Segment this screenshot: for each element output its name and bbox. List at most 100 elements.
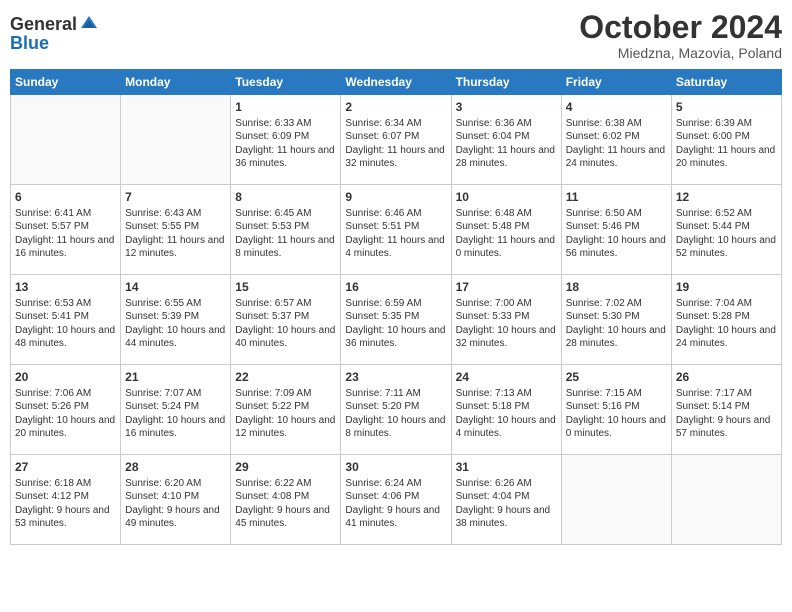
calendar-header-row: SundayMondayTuesdayWednesdayThursdayFrid… bbox=[11, 70, 782, 95]
day-number: 12 bbox=[676, 189, 777, 206]
day-info: Sunrise: 7:00 AM Sunset: 5:33 PM Dayligh… bbox=[456, 297, 557, 351]
month-title: October 2024 bbox=[579, 10, 782, 45]
day-number: 4 bbox=[566, 99, 667, 116]
day-info: Sunrise: 6:39 AM Sunset: 6:00 PM Dayligh… bbox=[676, 117, 777, 171]
calendar-cell: 3Sunrise: 6:36 AM Sunset: 6:04 PM Daylig… bbox=[451, 95, 561, 185]
calendar-cell: 1Sunrise: 6:33 AM Sunset: 6:09 PM Daylig… bbox=[231, 95, 341, 185]
col-header-tuesday: Tuesday bbox=[231, 70, 341, 95]
day-info: Sunrise: 6:22 AM Sunset: 4:08 PM Dayligh… bbox=[235, 477, 336, 531]
title-area: October 2024 Miedzna, Mazovia, Poland bbox=[579, 10, 782, 61]
calendar-cell: 6Sunrise: 6:41 AM Sunset: 5:57 PM Daylig… bbox=[11, 185, 121, 275]
col-header-monday: Monday bbox=[121, 70, 231, 95]
calendar-cell: 13Sunrise: 6:53 AM Sunset: 5:41 PM Dayli… bbox=[11, 275, 121, 365]
day-number: 13 bbox=[15, 279, 116, 296]
calendar-week-row: 20Sunrise: 7:06 AM Sunset: 5:26 PM Dayli… bbox=[11, 365, 782, 455]
day-info: Sunrise: 6:46 AM Sunset: 5:51 PM Dayligh… bbox=[345, 207, 446, 261]
day-number: 28 bbox=[125, 459, 226, 476]
calendar-cell bbox=[671, 455, 781, 545]
calendar-cell bbox=[11, 95, 121, 185]
day-number: 6 bbox=[15, 189, 116, 206]
calendar-cell: 19Sunrise: 7:04 AM Sunset: 5:28 PM Dayli… bbox=[671, 275, 781, 365]
calendar-cell: 5Sunrise: 6:39 AM Sunset: 6:00 PM Daylig… bbox=[671, 95, 781, 185]
calendar-cell: 7Sunrise: 6:43 AM Sunset: 5:55 PM Daylig… bbox=[121, 185, 231, 275]
day-info: Sunrise: 6:45 AM Sunset: 5:53 PM Dayligh… bbox=[235, 207, 336, 261]
calendar-cell: 8Sunrise: 6:45 AM Sunset: 5:53 PM Daylig… bbox=[231, 185, 341, 275]
calendar-cell: 11Sunrise: 6:50 AM Sunset: 5:46 PM Dayli… bbox=[561, 185, 671, 275]
calendar-cell: 21Sunrise: 7:07 AM Sunset: 5:24 PM Dayli… bbox=[121, 365, 231, 455]
calendar-cell: 29Sunrise: 6:22 AM Sunset: 4:08 PM Dayli… bbox=[231, 455, 341, 545]
calendar-cell: 27Sunrise: 6:18 AM Sunset: 4:12 PM Dayli… bbox=[11, 455, 121, 545]
day-number: 11 bbox=[566, 189, 667, 206]
day-number: 10 bbox=[456, 189, 557, 206]
day-info: Sunrise: 6:18 AM Sunset: 4:12 PM Dayligh… bbox=[15, 477, 116, 531]
calendar-cell: 22Sunrise: 7:09 AM Sunset: 5:22 PM Dayli… bbox=[231, 365, 341, 455]
col-header-sunday: Sunday bbox=[11, 70, 121, 95]
day-number: 16 bbox=[345, 279, 446, 296]
day-number: 31 bbox=[456, 459, 557, 476]
day-number: 7 bbox=[125, 189, 226, 206]
day-number: 26 bbox=[676, 369, 777, 386]
day-info: Sunrise: 6:38 AM Sunset: 6:02 PM Dayligh… bbox=[566, 117, 667, 171]
day-number: 24 bbox=[456, 369, 557, 386]
calendar-cell: 12Sunrise: 6:52 AM Sunset: 5:44 PM Dayli… bbox=[671, 185, 781, 275]
calendar-cell: 30Sunrise: 6:24 AM Sunset: 4:06 PM Dayli… bbox=[341, 455, 451, 545]
day-info: Sunrise: 6:36 AM Sunset: 6:04 PM Dayligh… bbox=[456, 117, 557, 171]
calendar-cell: 10Sunrise: 6:48 AM Sunset: 5:48 PM Dayli… bbox=[451, 185, 561, 275]
day-number: 1 bbox=[235, 99, 336, 116]
logo: General Blue bbox=[10, 14, 99, 52]
day-info: Sunrise: 6:57 AM Sunset: 5:37 PM Dayligh… bbox=[235, 297, 336, 351]
day-number: 3 bbox=[456, 99, 557, 116]
day-number: 5 bbox=[676, 99, 777, 116]
day-info: Sunrise: 7:02 AM Sunset: 5:30 PM Dayligh… bbox=[566, 297, 667, 351]
day-info: Sunrise: 6:41 AM Sunset: 5:57 PM Dayligh… bbox=[15, 207, 116, 261]
col-header-friday: Friday bbox=[561, 70, 671, 95]
day-number: 29 bbox=[235, 459, 336, 476]
day-info: Sunrise: 6:33 AM Sunset: 6:09 PM Dayligh… bbox=[235, 117, 336, 171]
day-number: 2 bbox=[345, 99, 446, 116]
calendar-week-row: 1Sunrise: 6:33 AM Sunset: 6:09 PM Daylig… bbox=[11, 95, 782, 185]
calendar-cell: 9Sunrise: 6:46 AM Sunset: 5:51 PM Daylig… bbox=[341, 185, 451, 275]
calendar-cell: 28Sunrise: 6:20 AM Sunset: 4:10 PM Dayli… bbox=[121, 455, 231, 545]
location-title: Miedzna, Mazovia, Poland bbox=[579, 45, 782, 61]
day-info: Sunrise: 7:17 AM Sunset: 5:14 PM Dayligh… bbox=[676, 387, 777, 441]
day-info: Sunrise: 6:52 AM Sunset: 5:44 PM Dayligh… bbox=[676, 207, 777, 261]
day-info: Sunrise: 7:07 AM Sunset: 5:24 PM Dayligh… bbox=[125, 387, 226, 441]
calendar-cell: 4Sunrise: 6:38 AM Sunset: 6:02 PM Daylig… bbox=[561, 95, 671, 185]
day-info: Sunrise: 6:53 AM Sunset: 5:41 PM Dayligh… bbox=[15, 297, 116, 351]
day-info: Sunrise: 7:04 AM Sunset: 5:28 PM Dayligh… bbox=[676, 297, 777, 351]
calendar-cell: 23Sunrise: 7:11 AM Sunset: 5:20 PM Dayli… bbox=[341, 365, 451, 455]
calendar-table: SundayMondayTuesdayWednesdayThursdayFrid… bbox=[10, 69, 782, 545]
day-number: 14 bbox=[125, 279, 226, 296]
day-number: 9 bbox=[345, 189, 446, 206]
day-number: 19 bbox=[676, 279, 777, 296]
calendar-cell: 16Sunrise: 6:59 AM Sunset: 5:35 PM Dayli… bbox=[341, 275, 451, 365]
day-number: 15 bbox=[235, 279, 336, 296]
day-number: 27 bbox=[15, 459, 116, 476]
col-header-saturday: Saturday bbox=[671, 70, 781, 95]
calendar-cell: 20Sunrise: 7:06 AM Sunset: 5:26 PM Dayli… bbox=[11, 365, 121, 455]
day-info: Sunrise: 7:09 AM Sunset: 5:22 PM Dayligh… bbox=[235, 387, 336, 441]
col-header-wednesday: Wednesday bbox=[341, 70, 451, 95]
day-info: Sunrise: 6:26 AM Sunset: 4:04 PM Dayligh… bbox=[456, 477, 557, 531]
calendar-cell: 24Sunrise: 7:13 AM Sunset: 5:18 PM Dayli… bbox=[451, 365, 561, 455]
calendar-cell: 25Sunrise: 7:15 AM Sunset: 5:16 PM Dayli… bbox=[561, 365, 671, 455]
day-info: Sunrise: 6:59 AM Sunset: 5:35 PM Dayligh… bbox=[345, 297, 446, 351]
logo-blue-text: Blue bbox=[10, 34, 49, 52]
day-info: Sunrise: 6:50 AM Sunset: 5:46 PM Dayligh… bbox=[566, 207, 667, 261]
day-info: Sunrise: 7:06 AM Sunset: 5:26 PM Dayligh… bbox=[15, 387, 116, 441]
day-number: 30 bbox=[345, 459, 446, 476]
logo-icon bbox=[79, 14, 99, 34]
calendar-week-row: 6Sunrise: 6:41 AM Sunset: 5:57 PM Daylig… bbox=[11, 185, 782, 275]
calendar-cell bbox=[561, 455, 671, 545]
calendar-cell: 14Sunrise: 6:55 AM Sunset: 5:39 PM Dayli… bbox=[121, 275, 231, 365]
day-number: 8 bbox=[235, 189, 336, 206]
calendar-cell: 26Sunrise: 7:17 AM Sunset: 5:14 PM Dayli… bbox=[671, 365, 781, 455]
col-header-thursday: Thursday bbox=[451, 70, 561, 95]
day-info: Sunrise: 6:24 AM Sunset: 4:06 PM Dayligh… bbox=[345, 477, 446, 531]
day-info: Sunrise: 6:55 AM Sunset: 5:39 PM Dayligh… bbox=[125, 297, 226, 351]
logo-general-text: General bbox=[10, 15, 77, 33]
day-info: Sunrise: 7:15 AM Sunset: 5:16 PM Dayligh… bbox=[566, 387, 667, 441]
day-info: Sunrise: 7:11 AM Sunset: 5:20 PM Dayligh… bbox=[345, 387, 446, 441]
day-info: Sunrise: 6:48 AM Sunset: 5:48 PM Dayligh… bbox=[456, 207, 557, 261]
day-number: 17 bbox=[456, 279, 557, 296]
